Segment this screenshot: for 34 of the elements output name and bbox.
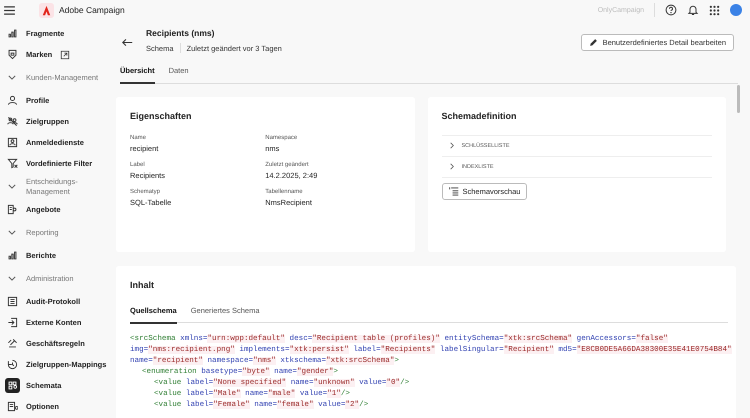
avatar[interactable] [730,4,742,16]
apps-grid-icon[interactable] [709,4,720,16]
sign-in-icon [7,317,18,328]
bar-chart-icon [7,250,18,261]
bar-chart-icon [7,28,18,39]
list-icon [448,186,458,196]
document-gear-icon [7,204,18,215]
bell-icon[interactable] [687,4,699,16]
menu-icon[interactable] [4,6,15,14]
app-title: Adobe Campaign [59,5,125,15]
person-icon [7,95,18,106]
profile-card-icon [7,137,18,148]
chevron-icon [8,75,16,80]
chevron-icon [450,142,454,149]
card-title: Schemadefinition [442,110,518,120]
pencil-icon [588,38,598,47]
chevron-icon [8,230,16,235]
scrollbar[interactable] [737,84,740,112]
list-icon [7,296,18,307]
back-arrow-icon[interactable] [122,38,133,47]
shield-icon [7,49,18,60]
card-title: Eigenschaften [130,110,193,120]
page-title: Recipients (nms) [146,28,216,38]
people-icon [7,116,18,127]
chevron-icon [8,276,16,281]
chevron-icon [8,184,16,189]
help-icon[interactable] [665,4,677,16]
filter-icon [7,158,18,169]
history-icon [7,359,18,370]
card-title: Inhalt [130,280,155,290]
logo-icon [39,2,54,18]
grid-gear-icon [7,380,18,391]
document-gear-icon [7,401,18,412]
chevron-icon [450,163,454,170]
